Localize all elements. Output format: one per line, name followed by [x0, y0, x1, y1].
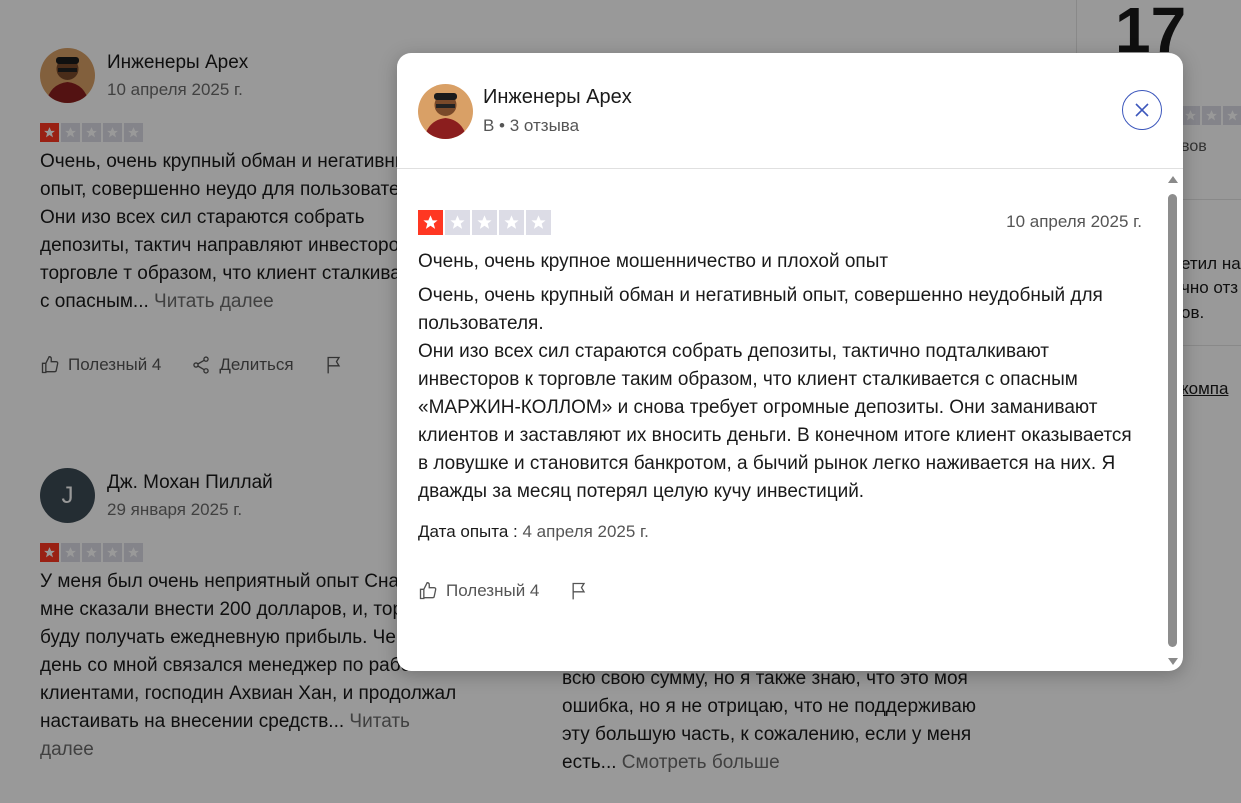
modal-body: 10 апреля 2025 г. Очень, очень крупное м… — [418, 210, 1142, 602]
experience-label: Дата опыта : — [418, 522, 518, 541]
star-icon — [445, 210, 470, 235]
experience-date: Дата опыта : 4 апреля 2025 г. — [418, 522, 1142, 542]
experience-value: 4 апреля 2025 г. — [522, 522, 649, 541]
scroll-up-arrow-icon[interactable] — [1168, 176, 1178, 183]
modal-header: Инженеры Apex В • 3 отзыва — [397, 53, 1183, 169]
review-modal: Инженеры Apex В • 3 отзыва 10 апреля 202… — [397, 53, 1183, 671]
review-paragraph: Очень, очень крупный обман и негативный … — [418, 285, 1103, 334]
review-text: Очень, очень крупный обман и негативный … — [418, 282, 1142, 506]
helpful-label: Полезный 4 — [446, 581, 540, 600]
helpful-button[interactable]: Полезный 4 — [418, 581, 539, 601]
thumbs-up-icon — [419, 581, 437, 600]
reviewer-name[interactable]: Инженеры Apex — [483, 86, 632, 109]
review-paragraph: Они изо всех сил стараются собрать депоз… — [418, 341, 1132, 502]
review-date: 10 апреля 2025 г. — [1006, 212, 1142, 231]
reviewer-meta: В • 3 отзыва — [483, 116, 580, 135]
star-icon — [472, 210, 497, 235]
scrollbar-thumb[interactable] — [1168, 194, 1177, 647]
close-button[interactable] — [1122, 90, 1162, 130]
review-title: Очень, очень крупное мошенничество и пло… — [418, 251, 889, 272]
star-icon — [418, 210, 443, 235]
report-button[interactable] — [569, 580, 589, 602]
close-icon — [1135, 103, 1149, 117]
scrollbar[interactable] — [1165, 173, 1179, 669]
scroll-down-arrow-icon[interactable] — [1168, 658, 1178, 665]
flag-icon — [572, 582, 586, 600]
star-icon — [499, 210, 524, 235]
star-icon — [526, 210, 551, 235]
review-actions: Полезный 4 — [418, 580, 1142, 602]
avatar[interactable] — [418, 84, 473, 139]
